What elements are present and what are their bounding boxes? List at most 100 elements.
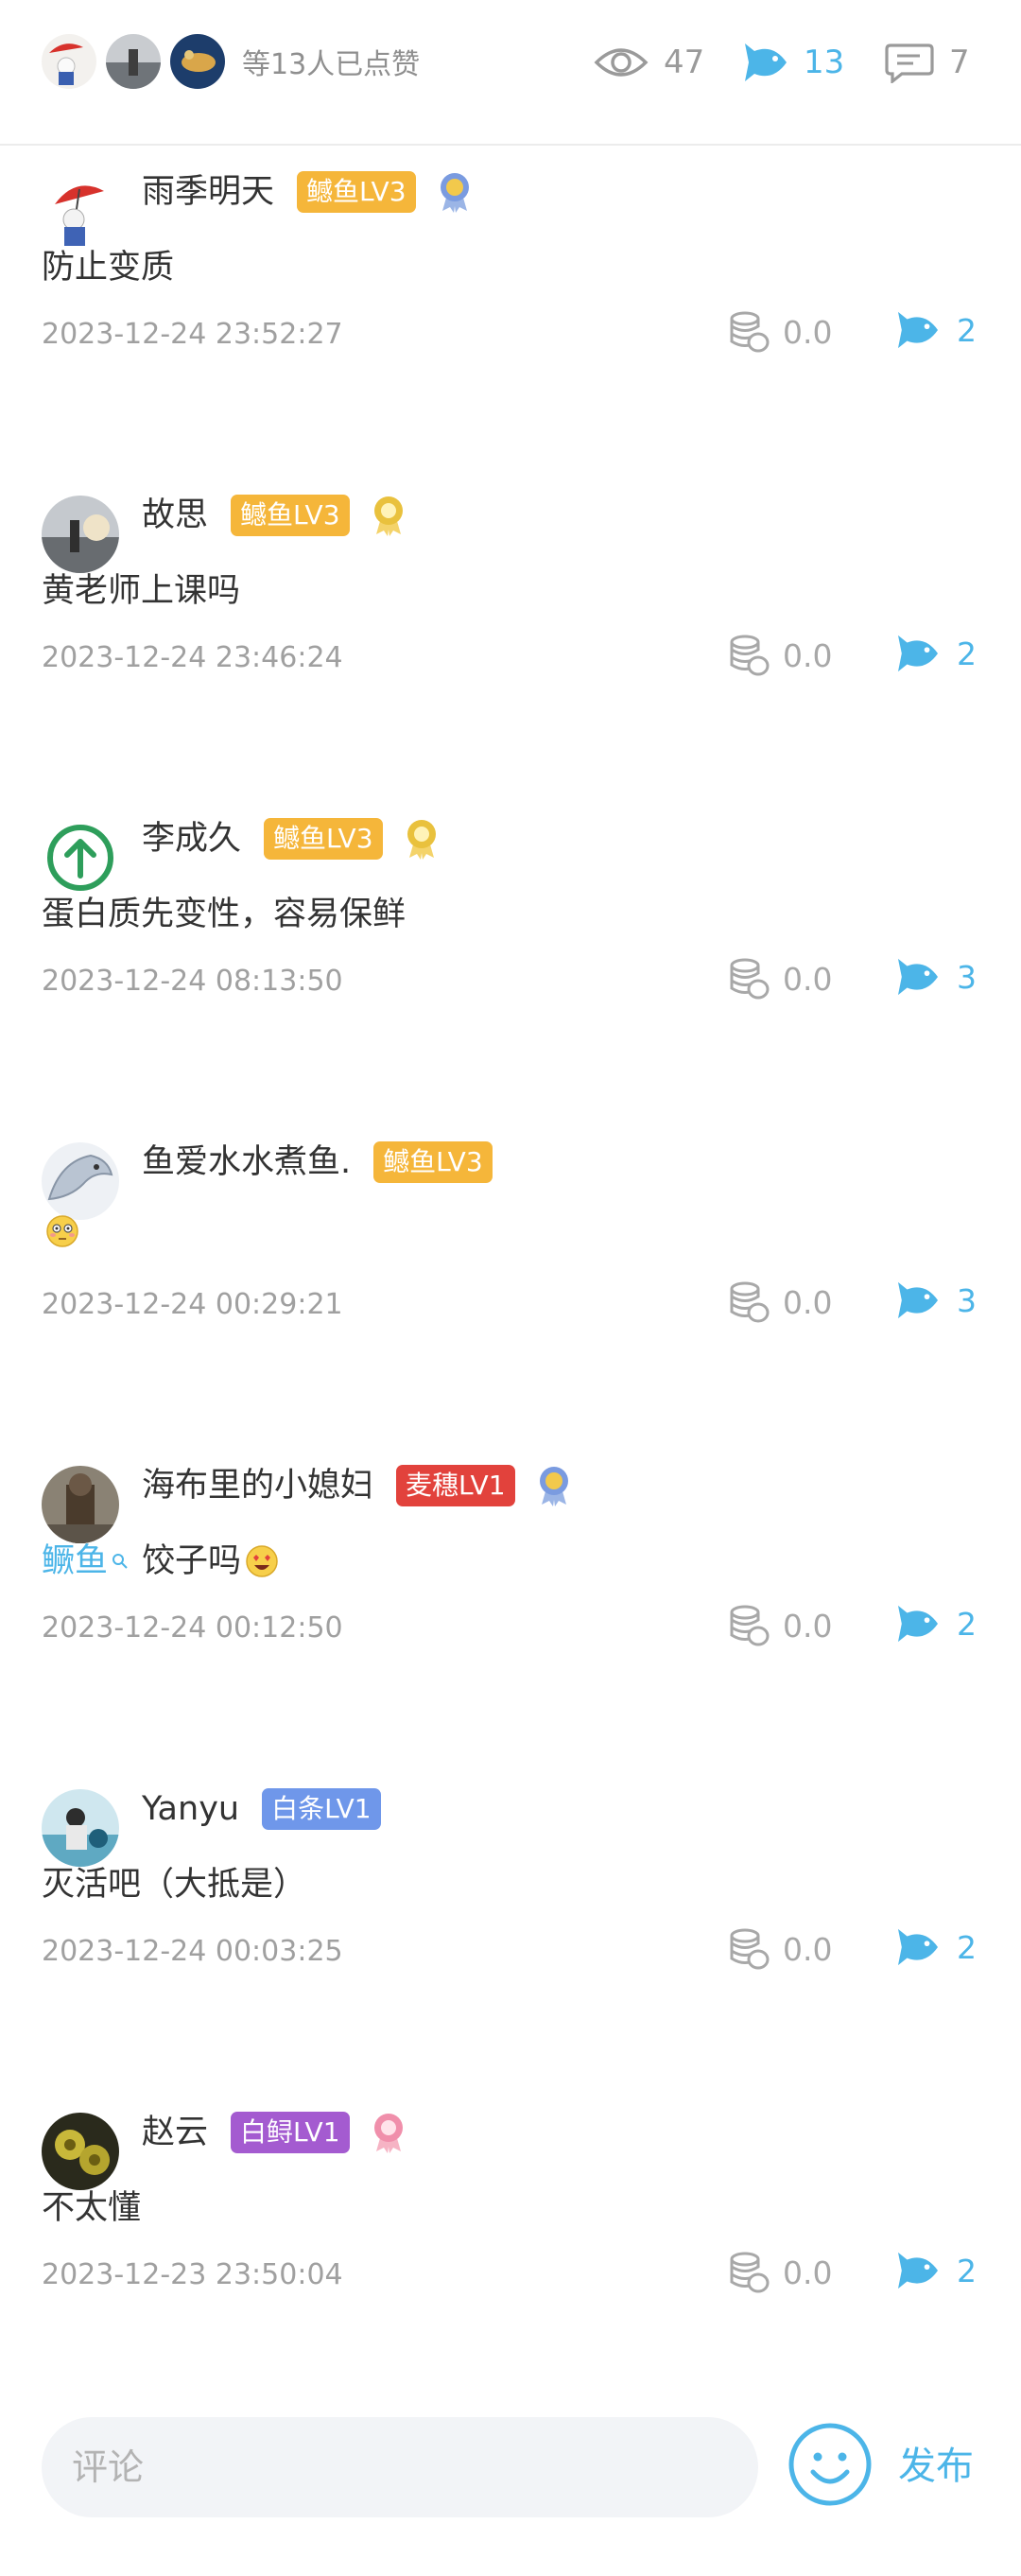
avatar[interactable] [42, 496, 119, 573]
coin-stack-icon [726, 1280, 770, 1324]
avatar[interactable] [106, 34, 161, 89]
username[interactable]: 鱼爱水水煮鱼. [142, 1139, 351, 1186]
username[interactable]: 赵云 [142, 2109, 208, 2156]
fish-count: 2 [957, 311, 977, 349]
username[interactable]: 故思 [142, 492, 208, 539]
search-icon [112, 1553, 129, 1570]
mention-text: 鳜鱼 [42, 1542, 109, 1580]
comment-text: 鳜鱼 饺子吗 [42, 1538, 279, 1585]
comment-text: 黄老师上课吗 [42, 572, 241, 610]
medal-icon [437, 171, 473, 213]
flushed-face-emoji-icon [45, 1214, 79, 1248]
comment-text: 蛋白质先变性，容易保鲜 [42, 896, 407, 933]
comment-item[interactable]: 故思 鳡鱼LV3 黄老师上课吗 2023-12-24 23:46:24 0.0 … [0, 479, 1021, 802]
heart-eyes-emoji-icon [245, 1544, 279, 1578]
comment-compose-bar: 发布 [0, 2402, 1021, 2525]
avatar[interactable] [42, 1142, 119, 1220]
fish-like-button[interactable]: 2 [896, 1604, 977, 1644]
comments-stat[interactable]: 7 [885, 38, 970, 87]
coin-button[interactable]: 0.0 [726, 634, 832, 677]
coin-count: 0.0 [783, 1930, 833, 1968]
username[interactable]: 海布里的小媳妇 [142, 1462, 373, 1509]
avatar[interactable] [42, 172, 119, 250]
comment-item[interactable]: Yanyu 白条LV1 灭活吧（大抵是） 2023-12-24 00:03:25… [0, 1772, 1021, 2096]
fish-count: 2 [957, 2252, 977, 2289]
username[interactable]: 李成久 [142, 815, 241, 862]
speech-bubble-icon [885, 42, 934, 83]
fish-count: 3 [957, 1281, 977, 1319]
coin-button[interactable]: 0.0 [726, 2251, 832, 2294]
coin-button[interactable]: 0.0 [726, 1604, 832, 1647]
fish-count: 2 [957, 635, 977, 672]
views-stat: 47 [594, 38, 704, 87]
comment-time: 2023-12-24 23:46:24 [42, 641, 343, 674]
comment-item[interactable]: 李成久 鳡鱼LV3 蛋白质先变性，容易保鲜 2023-12-24 08:13:5… [0, 802, 1021, 1125]
medal-icon [536, 1465, 572, 1506]
fish-icon [896, 1280, 940, 1320]
fish-icon [896, 2251, 940, 2290]
coin-stack-icon [726, 310, 770, 354]
username[interactable]: 雨季明天 [142, 168, 274, 216]
smiley-icon[interactable] [787, 2421, 874, 2508]
coin-button[interactable]: 0.0 [726, 310, 832, 354]
level-badge: 鳡鱼LV3 [373, 1141, 493, 1183]
fish-like-button[interactable]: 2 [896, 2251, 977, 2290]
level-badge: 鳡鱼LV3 [297, 171, 416, 213]
fish-like-button[interactable]: 3 [896, 957, 977, 997]
username-row: 赵云 白鲟LV1 [142, 2109, 407, 2156]
username-row: 故思 鳡鱼LV3 [142, 492, 407, 539]
coin-button[interactable]: 0.0 [726, 1280, 832, 1324]
fish-icon [896, 634, 940, 673]
username-row: 李成久 鳡鱼LV3 [142, 815, 440, 862]
fish-like-button[interactable]: 3 [896, 1280, 977, 1320]
username-row: 海布里的小媳妇 麦穗LV1 [142, 1462, 572, 1509]
comments-count: 7 [949, 44, 970, 81]
mention-link[interactable]: 鳜鱼 [42, 1538, 129, 1585]
comment-item[interactable]: 雨季明天 鳡鱼LV3 防止变质 2023-12-24 23:52:27 0.0 … [0, 155, 1021, 479]
liker-avatars[interactable]: 等13人已点赞 [42, 32, 420, 91]
level-badge: 白鲟LV1 [231, 2112, 350, 2153]
comment-item[interactable]: 赵云 白鲟LV1 不太懂 2023-12-23 23:50:04 0.0 2 [0, 2096, 1021, 2419]
comment-time: 2023-12-24 08:13:50 [42, 965, 343, 998]
fish-like-button[interactable]: 2 [896, 1927, 977, 1967]
avatar[interactable] [42, 34, 96, 89]
coin-button[interactable]: 0.0 [726, 957, 832, 1001]
fish-count: 3 [957, 958, 977, 996]
fish-icon [896, 1604, 940, 1644]
fish-like-button[interactable]: 2 [896, 310, 977, 350]
fish-icon [896, 1927, 940, 1967]
comment-item[interactable]: 海布里的小媳妇 麦穗LV1 鳜鱼 饺子吗 2023-12-24 00:12:50… [0, 1449, 1021, 1772]
fish-count: 13 [804, 44, 845, 81]
avatar[interactable] [42, 819, 119, 896]
username[interactable]: Yanyu [142, 1785, 239, 1833]
comment-time: 2023-12-24 00:03:25 [42, 1935, 343, 1968]
fish-stat[interactable]: 13 [743, 38, 844, 87]
fish-like-button[interactable]: 2 [896, 634, 977, 673]
comment-item[interactable]: 鱼爱水水煮鱼. 鳡鱼LV3 2023-12-24 00:29:21 0.0 3 [0, 1125, 1021, 1449]
comment-input[interactable] [42, 2417, 758, 2517]
coin-button[interactable]: 0.0 [726, 1927, 832, 1971]
avatar[interactable] [42, 2113, 119, 2190]
coin-stack-icon [726, 1604, 770, 1647]
fish-icon [743, 42, 788, 83]
medal-icon [371, 2112, 407, 2153]
comment-text: 灭活吧（大抵是） [42, 1866, 307, 1904]
views-count: 47 [664, 44, 705, 81]
avatar[interactable] [42, 1789, 119, 1867]
comment-text: 不太懂 [42, 2189, 142, 2227]
coin-count: 0.0 [783, 1607, 833, 1645]
medal-icon [404, 818, 440, 860]
coin-stack-icon [726, 2251, 770, 2294]
level-badge: 鳡鱼LV3 [264, 818, 383, 860]
avatar[interactable] [170, 34, 225, 89]
publish-button[interactable]: 发布 [898, 2440, 974, 2493]
liked-count-text: 等13人已点赞 [242, 48, 421, 81]
level-badge: 白条LV1 [262, 1788, 381, 1830]
like-stats-bar: 等13人已点赞 47 13 7 [0, 0, 1021, 146]
coin-count: 0.0 [783, 1283, 833, 1321]
fish-count: 2 [957, 1605, 977, 1643]
avatar[interactable] [42, 1466, 119, 1543]
level-badge: 麦穗LV1 [396, 1465, 515, 1506]
coin-stack-icon [726, 1927, 770, 1971]
medal-icon [371, 495, 407, 536]
